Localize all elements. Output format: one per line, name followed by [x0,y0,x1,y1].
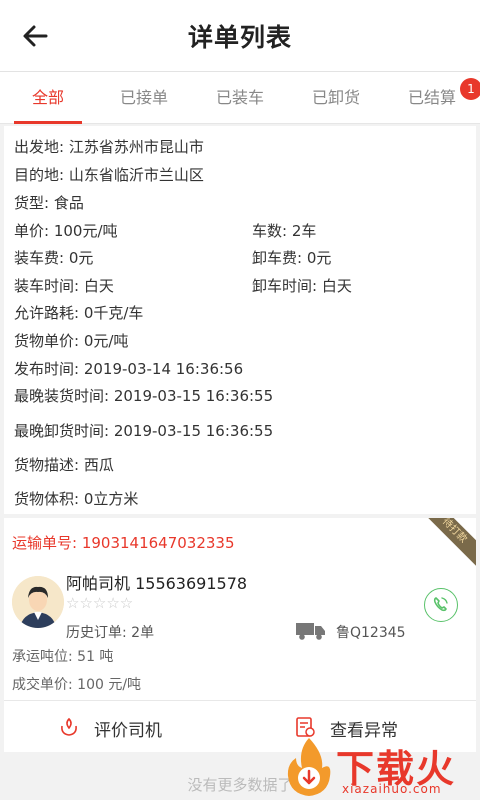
phone-icon[interactable] [424,588,458,622]
watermark-logo: 下载火 xiazaihuo.com [278,736,480,800]
tab-all[interactable]: 全部 [0,72,96,124]
tab-label: 全部 [31,88,64,107]
cargo-volume: 货物体积: 0立方米 [14,490,139,508]
top-bar: 详单列表 [0,0,480,72]
destination: 目的地: 山东省临沂市兰山区 [14,166,204,184]
transport-order-card: 待打款 运输单号: 1903141647032335 阿帕司机 15563691… [4,518,476,752]
tab-label: 已结算 [407,88,456,107]
deal-unit-price: 成交单价: 100 元/吨 [12,677,142,693]
vehicle-count: 车数: 2车 [252,222,317,240]
unloading-fee: 卸车费: 0元 [252,249,332,267]
cargo-description: 货物描述: 西瓜 [14,456,114,474]
tab-label: 已卸货 [311,88,360,107]
tab-accepted[interactable]: 已接单 [96,72,192,124]
publish-time: 发布时间: 2019-03-14 16:36:56 [14,360,244,378]
unloading-time: 卸车时间: 白天 [252,277,352,295]
history-orders: 历史订单: 2单 [66,625,155,641]
cargo-unit-price: 货物单价: 0元/吨 [14,332,129,350]
notification-badge: 1 [460,78,480,100]
truck-icon [296,622,326,640]
active-tab-indicator [14,121,82,124]
latest-loading-time: 最晚装货时间: 2019-03-15 16:36:55 [14,387,274,405]
tab-unloaded[interactable]: 已卸货 [288,72,384,124]
allowed-loss: 允许路耗: 0千克/车 [14,304,144,322]
status-ribbon: 待打款 [412,518,476,573]
divider [4,700,476,701]
tab-loaded[interactable]: 已装车 [192,72,288,124]
transport-order-number: 运输单号: 1903141647032335 [12,534,235,552]
flame-logo-icon [284,736,334,798]
driver-rating-stars: ☆☆☆☆☆ [66,594,134,612]
driver-avatar [12,576,64,628]
order-detail-card: 出发地: 江苏省苏州市昆山市 目的地: 山东省临沂市兰山区 货型: 食品 单价:… [4,126,476,514]
status-tabs: 全部 已接单 已装车 已卸货 已结算 1 [0,72,480,124]
tab-label: 已装车 [215,88,264,107]
page-title: 详单列表 [187,23,292,52]
cargo-type: 货型: 食品 [14,194,84,212]
tab-settled[interactable]: 已结算 1 [384,72,480,124]
origin: 出发地: 江苏省苏州市昆山市 [14,138,204,156]
watermark-url: xiazaihuo.com [342,782,442,796]
carrying-tonnage: 承运吨位: 51 吨 [12,649,114,665]
tab-label: 已接单 [119,88,168,107]
license-plate: 鲁Q12345 [336,625,406,641]
rate-driver-button[interactable]: 评价司机 [4,702,240,752]
driver-name-phone: 阿帕司机 15563691578 [66,574,248,593]
rate-driver-icon [58,716,80,738]
loading-fee: 装车费: 0元 [14,249,94,267]
rate-driver-label: 评价司机 [94,721,162,741]
unit-price: 单价: 100元/吨 [14,222,118,240]
exception-icon [294,716,316,738]
loading-time: 装车时间: 白天 [14,277,114,295]
latest-unloading-time: 最晚卸货时间: 2019-03-15 16:36:55 [14,422,274,440]
